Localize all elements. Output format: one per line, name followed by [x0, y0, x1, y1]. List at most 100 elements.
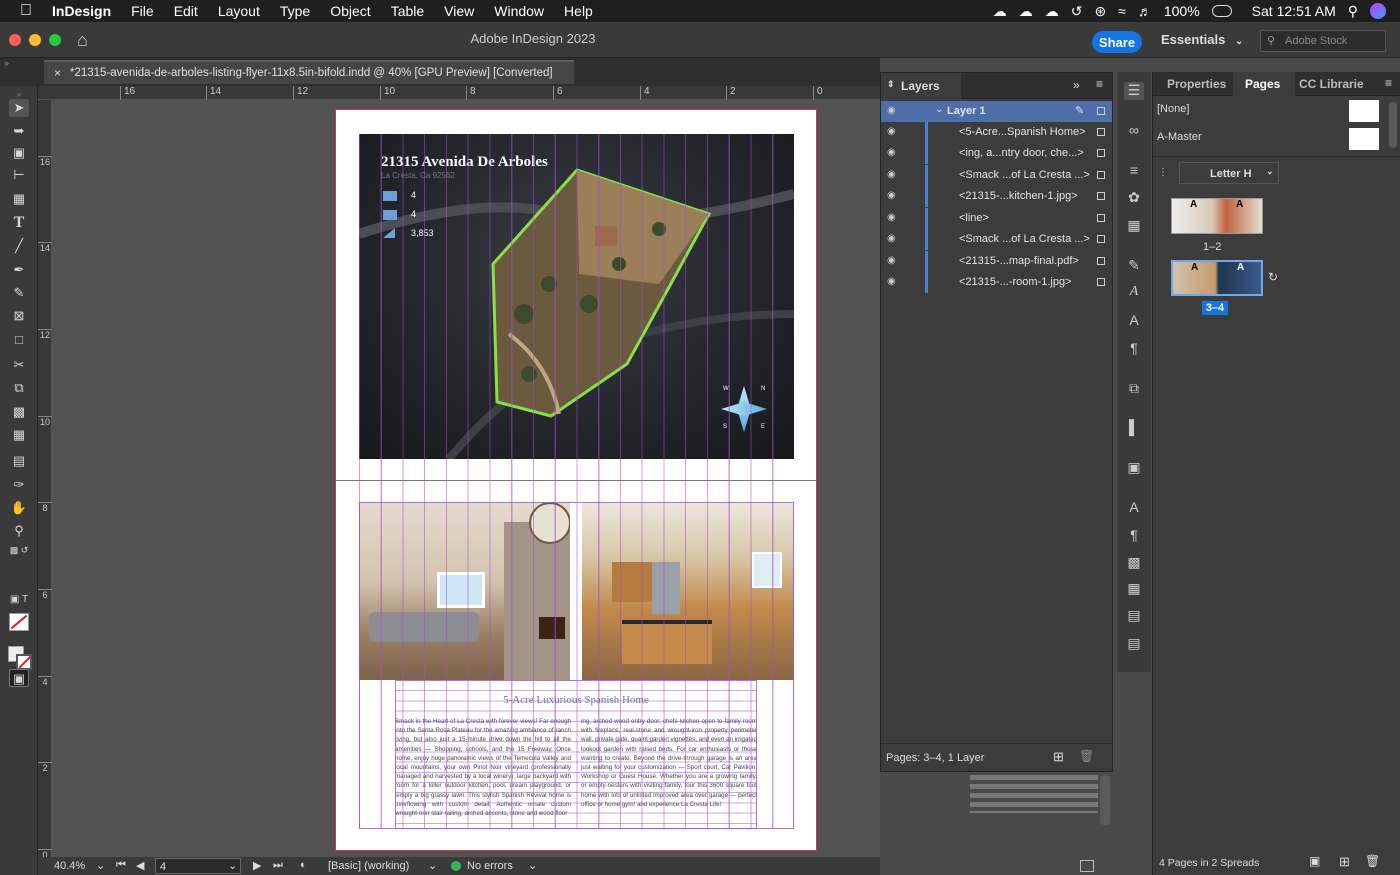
formatting-affects-container-icon[interactable]: ▣ T — [9, 591, 29, 609]
visibility-eye-icon[interactable]: ◉ — [887, 190, 896, 201]
time-machine-icon[interactable]: ↺ — [1071, 3, 1083, 20]
preflight-profile-label[interactable]: [Basic] (working) — [328, 860, 409, 872]
swatches-panel-icon[interactable]: ▦ — [1124, 217, 1144, 235]
scissors-tool-icon[interactable]: ✂ — [9, 356, 29, 374]
selection-square[interactable] — [1097, 278, 1105, 286]
spread-1-2-thumb[interactable]: A A — [1171, 198, 1263, 234]
zoom-tool-icon[interactable]: ⚲ — [9, 522, 29, 540]
screen-mode-icon[interactable]: ▣ — [9, 669, 29, 687]
battery-percent[interactable]: 100% — [1164, 3, 1200, 19]
minimized-panel-stack[interactable] — [970, 775, 1098, 813]
master-none-thumb[interactable] — [1349, 100, 1379, 122]
layer-item-row[interactable]: ◉ <21315-...map-final.pdf> — [881, 251, 1112, 272]
tab-cc-libraries[interactable]: CC Librarie — [1299, 77, 1364, 91]
color-panel-icon[interactable]: ✿ — [1124, 189, 1144, 207]
vertical-ruler[interactable]: 16 14 12 10 8 6 4 2 0 — [38, 100, 52, 860]
spread-3-4-thumb[interactable]: A A — [1171, 260, 1263, 296]
menu-help[interactable]: Help — [554, 3, 603, 19]
selection-square[interactable] — [1097, 235, 1105, 243]
selection-square[interactable] — [1097, 107, 1105, 115]
master-none[interactable]: [None] — [1157, 103, 1189, 115]
master-a-thumb[interactable] — [1349, 128, 1379, 150]
visibility-eye-icon[interactable]: ◉ — [887, 126, 896, 137]
collapse-panels-icon[interactable]: » — [4, 58, 9, 68]
clock[interactable]: Sat 12:51 AM — [1252, 3, 1336, 19]
layer-item-row[interactable]: ◉ <21315-...-room-1.jpg> — [881, 272, 1112, 293]
line-tool-icon[interactable]: ╱ — [9, 237, 29, 255]
menu-file[interactable]: File — [121, 3, 164, 19]
rectangle-tool-icon[interactable]: □ — [9, 331, 29, 349]
menu-layout[interactable]: Layout — [208, 3, 270, 19]
apple-icon[interactable]:  — [0, 2, 42, 20]
visibility-eye-icon[interactable]: ◉ — [887, 233, 896, 244]
close-tab-icon[interactable]: × — [54, 66, 61, 80]
selection-square[interactable] — [1097, 171, 1105, 179]
menu-table[interactable]: Table — [381, 3, 434, 19]
selection-square[interactable] — [1097, 257, 1105, 265]
visibility-eye-icon[interactable]: ◉ — [887, 276, 896, 287]
wifi-icon[interactable]: ≈ — [1118, 3, 1126, 19]
object-styles-icon[interactable]: A — [1124, 499, 1144, 517]
document-page-spread[interactable]: 21315 Avenida De Arboles La Cresta, Ca 9… — [335, 109, 817, 851]
panel-scrollbar[interactable] — [1100, 775, 1110, 825]
master-a[interactable]: A-Master — [1157, 131, 1202, 143]
pasteboard[interactable]: 21315 Avenida De Arboles La Cresta, Ca 9… — [52, 100, 880, 857]
selection-square[interactable] — [1097, 149, 1105, 157]
page-dropdown-icon[interactable]: ⌄ — [228, 859, 237, 872]
body-text-right[interactable]: ing, arched wood entry door, chefs kitch… — [581, 717, 757, 821]
living-room-photo[interactable] — [359, 502, 570, 680]
gradient-swatch-tool-icon[interactable]: ▩ — [9, 403, 29, 421]
character-panel-icon[interactable]: A — [1124, 312, 1144, 330]
screen-mode-small-icon[interactable]: ≡ — [9, 641, 29, 659]
layer-item-row[interactable]: ◉ <line> — [881, 208, 1112, 229]
flyer-headline[interactable]: 5-Acre Luxurious Spanish Home — [336, 694, 816, 706]
character-styles-icon[interactable]: A — [1124, 284, 1144, 302]
bluetooth-icon[interactable]: ⊛ — [1094, 3, 1106, 20]
preflight-profile-icon[interactable]: ◐ — [300, 859, 307, 871]
panel-menu-icon[interactable]: ≡ — [1096, 77, 1103, 91]
hand-tool-icon[interactable]: ✋ — [9, 499, 29, 517]
battery-icon[interactable] — [1211, 5, 1232, 17]
aerial-map-image[interactable]: 21315 Avenida De Arboles La Cresta, Ca 9… — [359, 134, 794, 459]
table-panel-icon[interactable]: ▦ — [1124, 580, 1144, 598]
panel-menu-icon[interactable]: ≡ — [1385, 76, 1392, 90]
flyer-location[interactable]: La Cresta, Ca 92562 — [381, 171, 455, 180]
spotlight-search-icon[interactable]: ⚲ — [1348, 3, 1358, 20]
creative-cloud-icon[interactable]: ☁ — [993, 3, 1007, 20]
stat-baths[interactable]: 4 — [411, 209, 416, 219]
rectangle-frame-tool-icon[interactable]: ⊠ — [9, 307, 29, 325]
cloud-sync-icon[interactable]: ☁ — [1045, 3, 1059, 20]
direct-selection-tool-icon[interactable]: ➥ — [9, 122, 29, 140]
selection-square[interactable] — [1097, 192, 1105, 200]
split-window-icon[interactable] — [1080, 860, 1094, 872]
layer-item-row[interactable]: ◉ <21315-...kitchen-1.jpg> — [881, 186, 1112, 207]
previous-page-icon[interactable]: ◀ — [136, 859, 144, 872]
document-tab[interactable]: × *21315-avenida-de-arboles-listing-flye… — [44, 60, 574, 84]
free-transform-tool-icon[interactable]: ⧉ — [9, 379, 29, 397]
preflight-dropdown-icon[interactable]: ⌄ — [528, 859, 537, 872]
visibility-eye-icon[interactable]: ◉ — [887, 212, 896, 223]
type-tool-icon[interactable]: T — [9, 214, 29, 232]
visibility-eye-icon[interactable]: ◉ — [887, 105, 896, 116]
align-panel-icon[interactable]: ▌ — [1124, 419, 1144, 437]
selection-tool-icon[interactable]: ➤ — [9, 99, 29, 117]
gradient-panel-icon[interactable]: ▤ — [1124, 607, 1144, 625]
zoom-level[interactable]: 40.4% — [54, 860, 85, 872]
page-size-dropdown[interactable]: Letter H ⌄ — [1179, 162, 1279, 184]
adobe-stock-search-input[interactable]: ⚲ Adobe Stock — [1260, 30, 1386, 52]
disclosure-triangle-icon[interactable]: ⌄ — [935, 104, 943, 115]
layer-row-layer-1[interactable]: ◉ ⌄ Layer 1 ✎ — [881, 101, 1112, 122]
workspace-switcher[interactable]: Essentials ⌄ — [1161, 32, 1243, 47]
volume-icon[interactable]: ♬ — [1138, 3, 1152, 19]
text-wrap-icon[interactable]: ▣ — [1124, 459, 1144, 477]
profile-dropdown-icon[interactable]: ⌄ — [428, 859, 437, 872]
next-page-icon[interactable]: ▶ — [253, 859, 261, 872]
menu-window[interactable]: Window — [484, 3, 554, 19]
gap-tool-icon[interactable]: ⊢ — [9, 166, 29, 184]
zoom-dropdown-icon[interactable]: ⌄ — [96, 859, 105, 872]
visibility-eye-icon[interactable]: ◉ — [887, 147, 896, 158]
selection-square[interactable] — [1097, 128, 1105, 136]
eyedropper-tool-icon[interactable]: ✑ — [9, 476, 29, 494]
delete-page-icon[interactable]: 🗑 — [1365, 854, 1380, 868]
layer-item-row[interactable]: ◉ <5-Acre...Spanish Home> — [881, 122, 1112, 143]
